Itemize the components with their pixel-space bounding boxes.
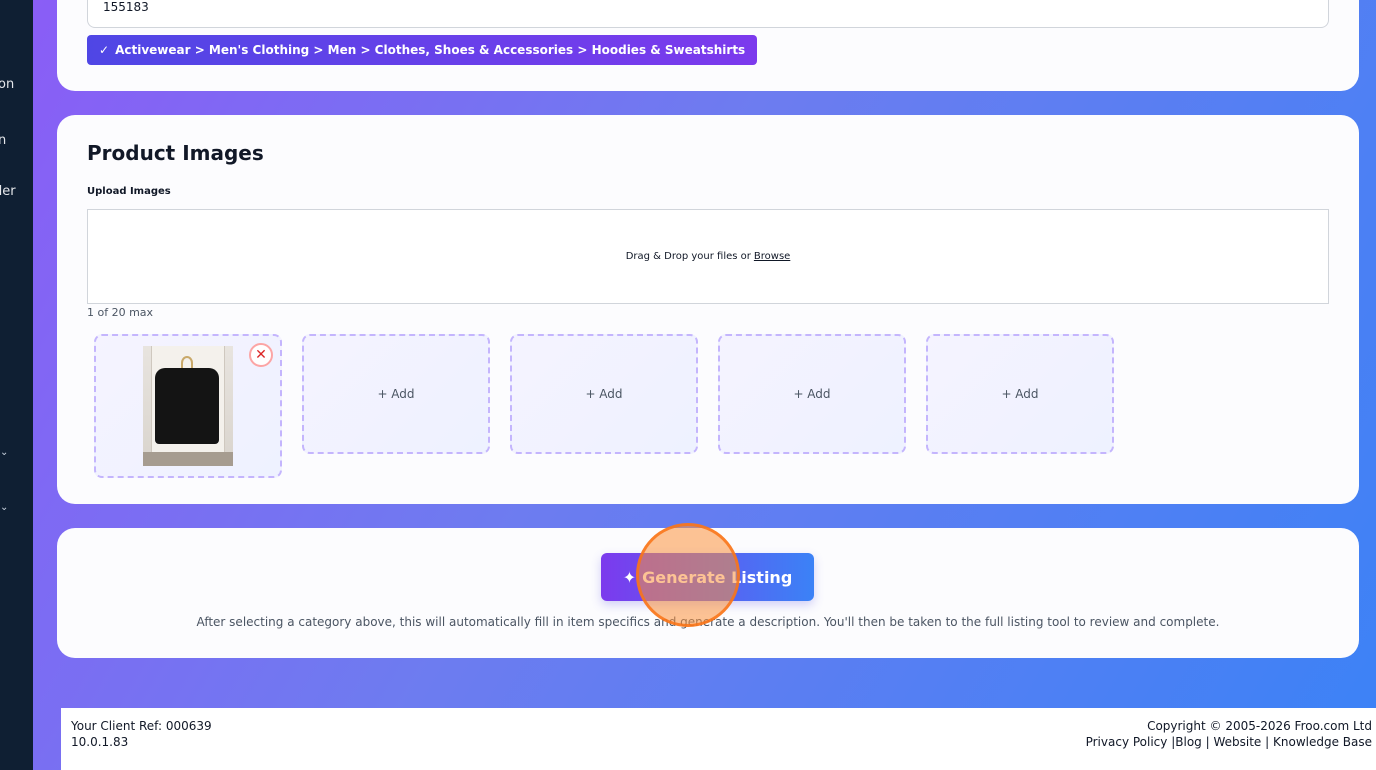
section-title: Product Images (87, 141, 264, 165)
add-image-slot[interactable]: + Add (718, 334, 906, 454)
generate-listing-label: Generate Listing (642, 567, 793, 587)
blog-link[interactable]: Blog (1175, 735, 1202, 749)
image-slot-filled[interactable]: ✕ (94, 334, 282, 478)
sidebar-item-label[interactable]: der (0, 184, 16, 199)
link-separator: | (1265, 735, 1273, 749)
copyright: Copyright © 2005-2026 Froo.com Ltd (1147, 719, 1372, 733)
website-link[interactable]: Website (1213, 735, 1261, 749)
generate-listing-button[interactable]: ✦ Generate Listing (601, 553, 814, 601)
selected-category-badge[interactable]: ✓ Activewear > Men's Clothing > Men > Cl… (87, 35, 758, 65)
dropzone-text: Drag & Drop your files or (625, 251, 751, 262)
sidebar: on n der ⌄ ⌄ (0, 0, 33, 770)
category-card: 155183 ✓ Activewear > Men's Clothing > M… (57, 0, 1359, 91)
chevron-down-icon[interactable]: ⌄ (0, 447, 8, 458)
check-icon: ✓ (99, 43, 110, 57)
image-count: 1 of 20 max (87, 306, 154, 319)
sidebar-item-label[interactable]: n (0, 133, 6, 148)
knowledge-base-link[interactable]: Knowledge Base (1273, 735, 1372, 749)
remove-image-button[interactable]: ✕ (249, 343, 273, 367)
client-ref: Your Client Ref: 000639 (71, 719, 212, 733)
privacy-policy-link[interactable]: Privacy Policy (1086, 735, 1168, 749)
chevron-down-icon[interactable]: ⌄ (0, 502, 8, 513)
footer-links: Privacy Policy |Blog | Website | Knowled… (1086, 734, 1372, 750)
category-path: Activewear > Men's Clothing > Men > Clot… (115, 43, 746, 57)
footer: Your Client Ref: 000639 10.0.1.83 Copyri… (61, 708, 1376, 770)
category-search-input[interactable]: 155183 (87, 0, 1329, 28)
add-image-slot[interactable]: + Add (302, 334, 490, 454)
add-image-slot[interactable]: + Add (510, 334, 698, 454)
sparkle-icon: ✦ (622, 567, 637, 587)
app-version: 10.0.1.83 (71, 735, 129, 749)
browse-link[interactable]: Browse (754, 251, 790, 262)
upload-dropzone[interactable]: Drag & Drop your files or Browse (87, 209, 1329, 304)
product-images-card: Product Images Upload Images Drag & Drop… (57, 115, 1359, 504)
sidebar-item-label[interactable]: on (0, 77, 14, 92)
product-image-thumbnail (143, 346, 233, 466)
generate-card: ✦ Generate Listing After selecting a cat… (57, 528, 1359, 658)
upload-images-label: Upload Images (87, 186, 171, 197)
generate-hint: After selecting a category above, this w… (196, 615, 1220, 629)
add-image-slot[interactable]: + Add (926, 334, 1114, 454)
